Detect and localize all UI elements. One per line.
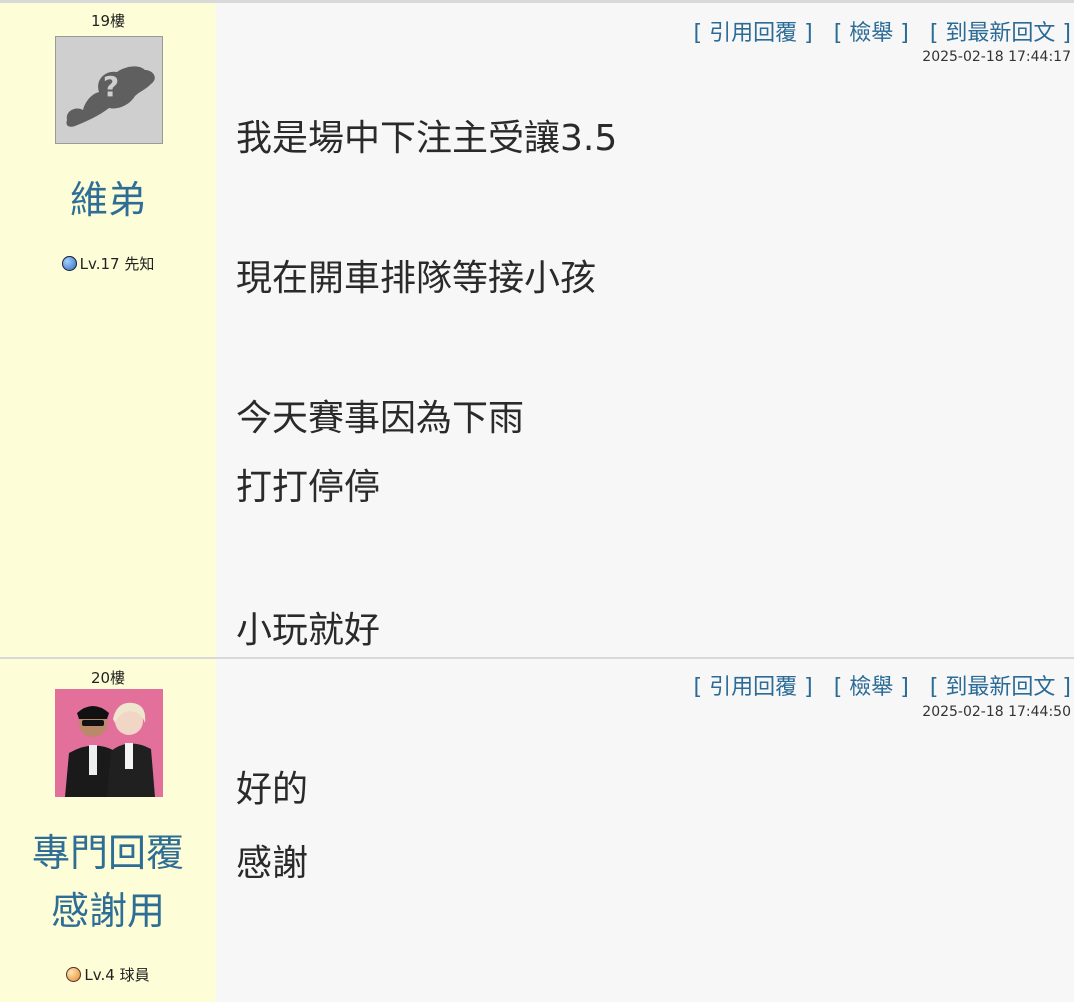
go-latest-reply-button[interactable]: [ 到最新回文 ]	[930, 21, 1071, 46]
floor-number: 20樓	[90, 669, 126, 687]
post-line: 好的	[236, 769, 309, 810]
go-latest-reply-button[interactable]: [ 到最新回文 ]	[930, 675, 1071, 700]
floor-number: 19樓	[90, 12, 126, 30]
user-level: Lv.4 球員	[0, 964, 216, 985]
user-level-text: Lv.17 先知	[79, 255, 155, 273]
post-19: 19樓 ? 維弟 Lv.17 先知 [ 引用回覆 ] [ 檢舉 ] [ 到最新回…	[0, 0, 1074, 660]
username[interactable]: 維弟	[0, 171, 216, 229]
post-line: 感謝	[236, 843, 309, 884]
author-panel: 19樓 ? 維弟 Lv.17 先知	[0, 3, 216, 660]
blue-planet-icon	[61, 256, 77, 271]
orange-planet-icon	[66, 967, 82, 982]
post-content-area: [ 引用回覆 ] [ 檢舉 ] [ 到最新回文 ] 2025-02-18 17:…	[216, 659, 1074, 1002]
photo-avatar-two-people[interactable]	[55, 689, 163, 797]
username-line-2[interactable]: 感謝用	[0, 882, 216, 940]
svg-text:?: ?	[103, 70, 119, 103]
post-actions: [ 引用回覆 ] [ 檢舉 ] [ 到最新回文 ]	[680, 669, 1071, 701]
post-line: 今天賽事因為下雨	[236, 398, 525, 439]
user-level-text: Lv.4 球員	[84, 966, 150, 984]
quote-reply-button[interactable]: [ 引用回覆 ]	[694, 675, 813, 700]
user-level: Lv.17 先知	[0, 253, 216, 274]
post-timestamp: 2025-02-18 17:44:50	[922, 704, 1071, 720]
post-timestamp: 2025-02-18 17:44:17	[922, 49, 1071, 65]
post-line: 打打停停	[236, 467, 381, 508]
post-20: 20樓 專門回覆 感謝用 Lv.4 球員 [ 引用回覆] [檢舉] [到…	[0, 657, 1074, 1002]
post-line: 我是場中下注主受讓3.5	[236, 118, 618, 159]
quote-reply-button[interactable]: [ 引用回覆 ]	[694, 21, 813, 46]
post-content-area: [ 引用回覆 ] [ 檢舉 ] [ 到最新回文 ] 2025-02-18 17:…	[216, 3, 1074, 660]
post-line: 小玩就好	[236, 610, 381, 651]
post-actions: [ 引用回覆 ] [ 檢舉 ] [ 到最新回文 ]	[680, 15, 1071, 47]
unknown-user-avatar-icon[interactable]: ?	[54, 35, 164, 145]
author-panel: 20樓 專門回覆 感謝用 Lv.4 球員	[0, 659, 216, 1002]
username-line-1[interactable]: 專門回覆	[0, 824, 216, 882]
report-button[interactable]: [ 檢舉 ]	[834, 675, 909, 700]
post-line: 現在開車排隊等接小孩	[236, 258, 597, 299]
report-button[interactable]: [ 檢舉 ]	[834, 21, 909, 46]
